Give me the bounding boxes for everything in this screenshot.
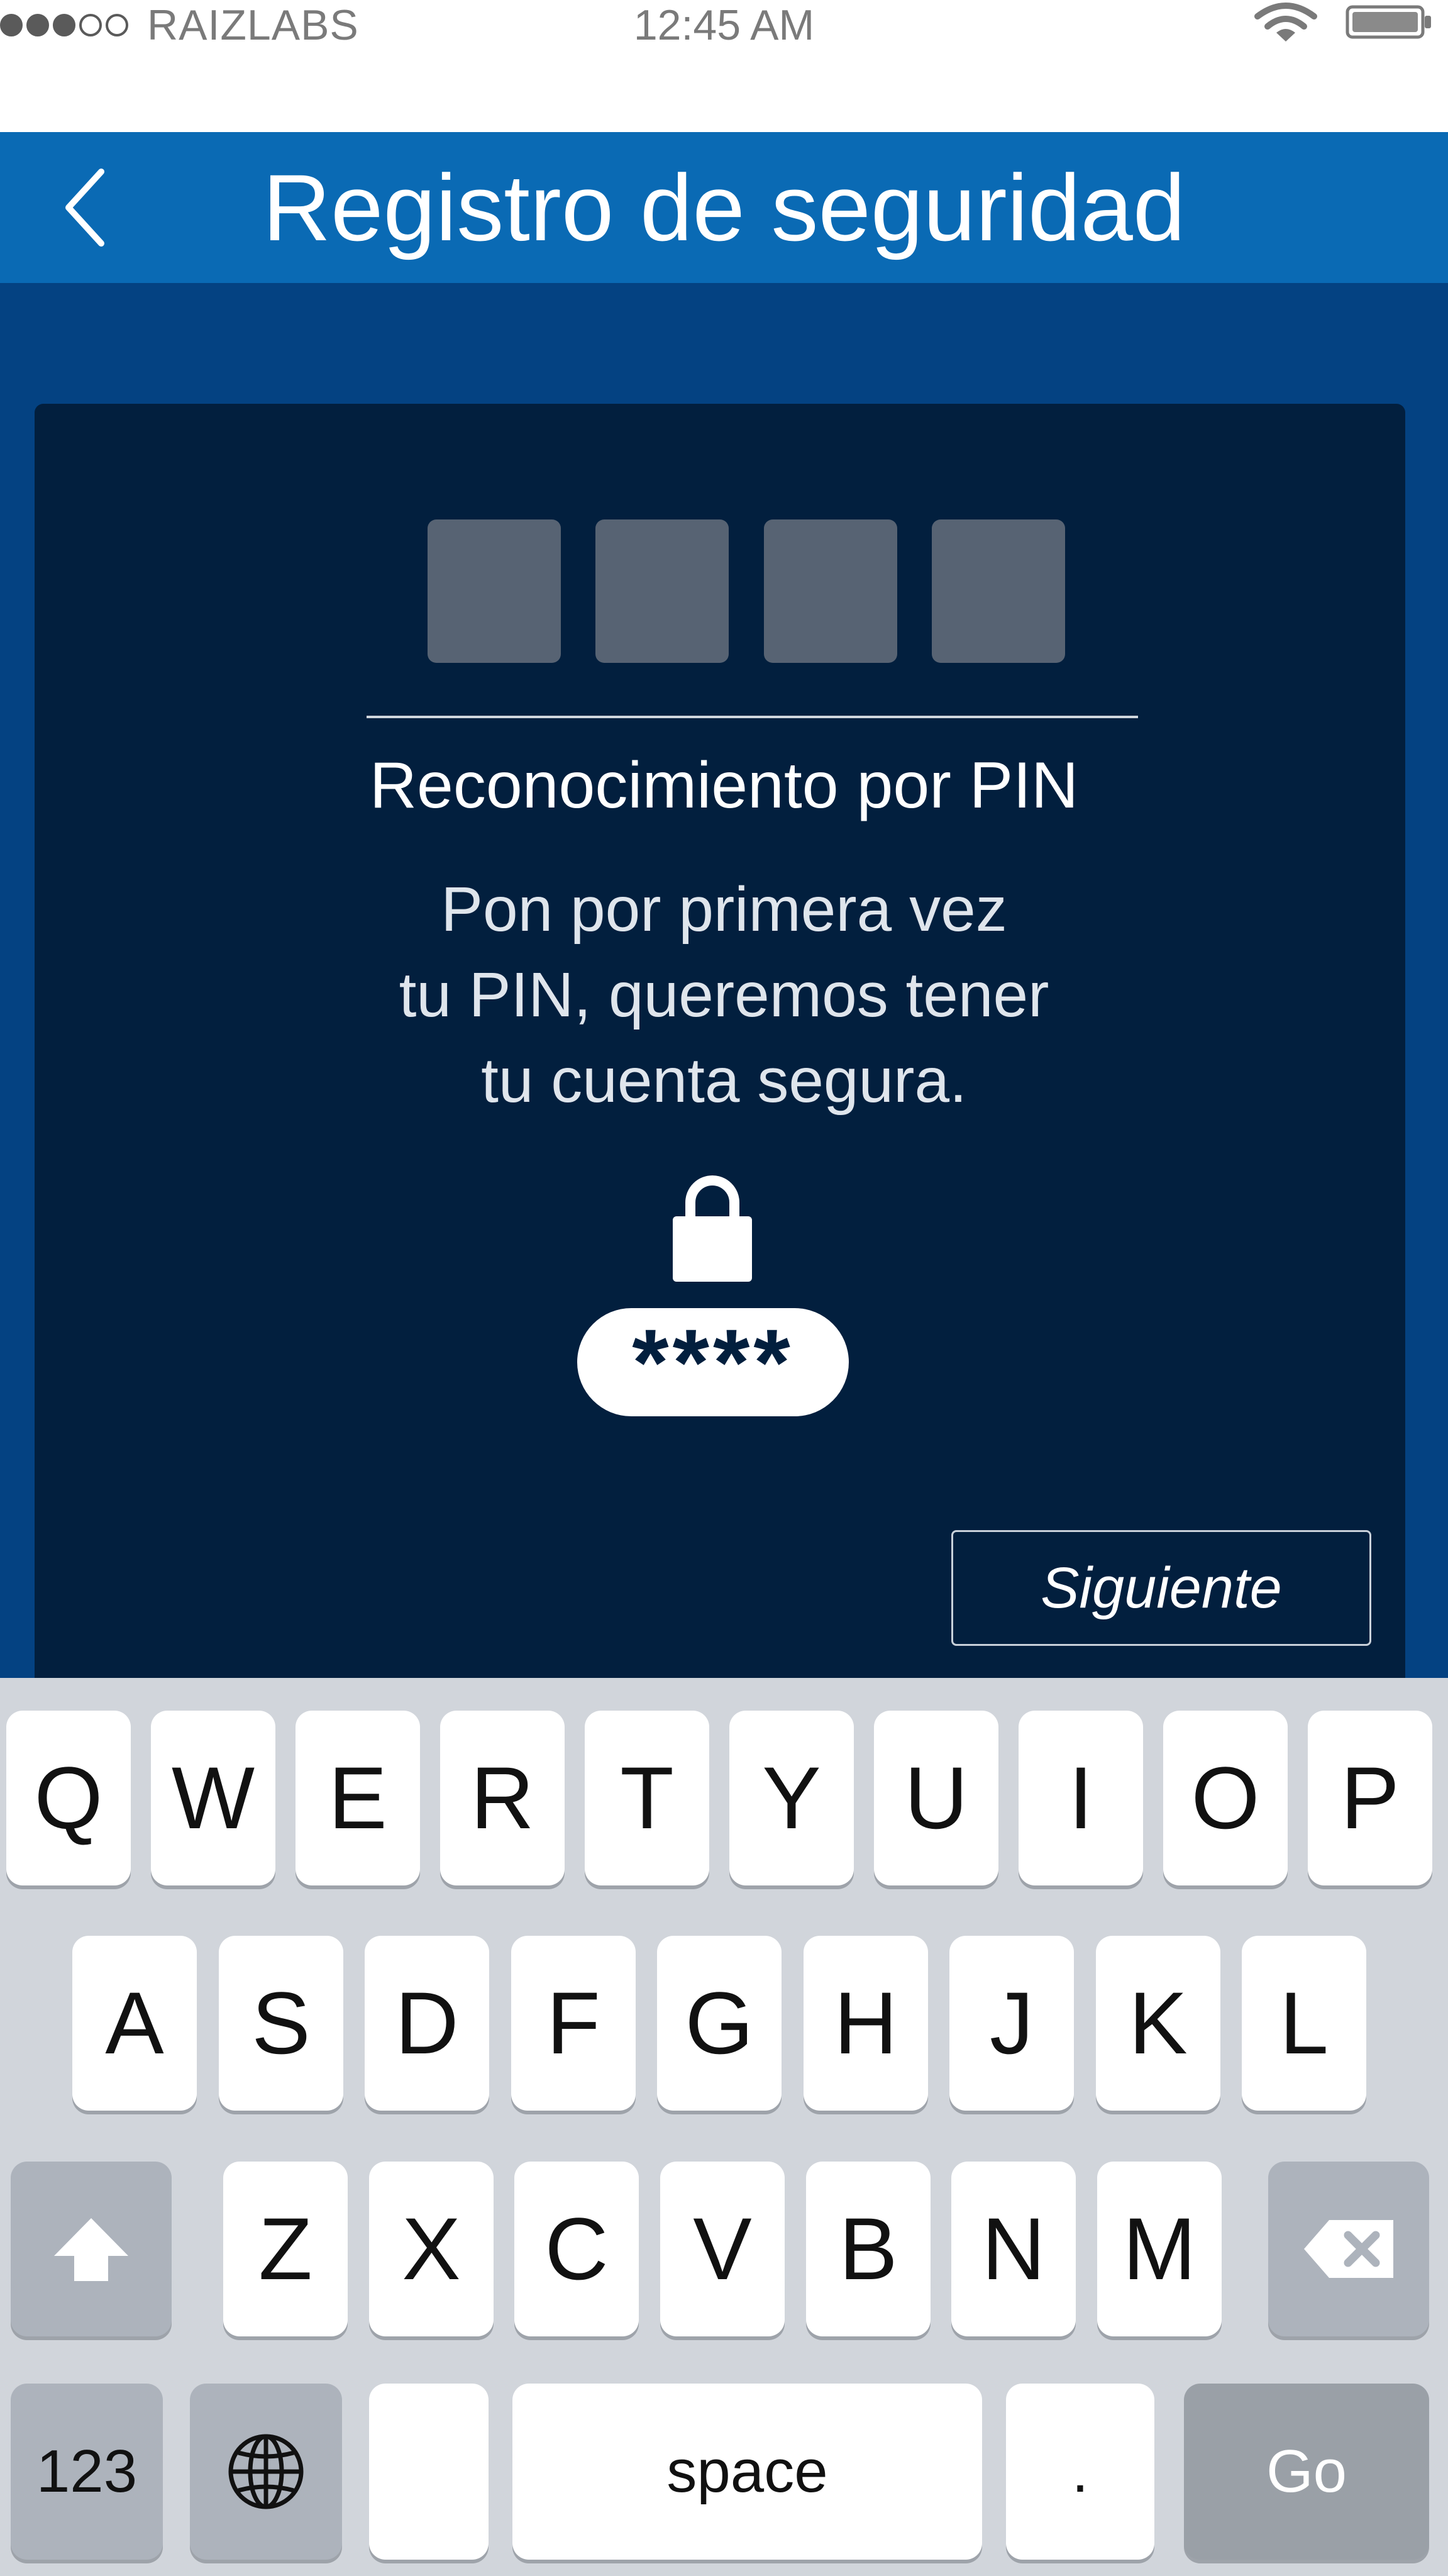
key-h[interactable]: H xyxy=(804,1936,928,2111)
globe-icon xyxy=(228,2434,304,2509)
key-d[interactable]: D xyxy=(365,1936,489,2111)
battery-icon xyxy=(1346,5,1431,39)
pin-digit-box[interactable] xyxy=(595,519,729,663)
key-a[interactable]: A xyxy=(72,1936,197,2111)
key-b[interactable]: B xyxy=(806,2162,931,2336)
key-p[interactable]: P xyxy=(1308,1711,1432,1885)
key-u[interactable]: U xyxy=(874,1711,998,1885)
key-f[interactable]: F xyxy=(511,1936,636,2111)
description-line: Pon por primera vez xyxy=(441,874,1007,945)
globe-key[interactable] xyxy=(190,2384,342,2560)
divider xyxy=(367,716,1138,718)
page-title: Registro de seguridad xyxy=(262,154,1186,260)
key-g[interactable]: G xyxy=(657,1936,782,2111)
key-n[interactable]: N xyxy=(951,2162,1076,2336)
key-e[interactable]: E xyxy=(296,1711,420,1885)
key-o[interactable]: O xyxy=(1163,1711,1288,1885)
card-description: Pon por primera vez tu PIN, queremos ten… xyxy=(0,867,1448,1123)
next-button[interactable]: Siguiente xyxy=(951,1530,1371,1646)
shift-icon xyxy=(54,2218,128,2281)
key-y[interactable]: Y xyxy=(729,1711,854,1885)
key-r[interactable]: R xyxy=(440,1711,565,1885)
pin-digit-box[interactable] xyxy=(932,519,1065,663)
pin-mask-badge: **** xyxy=(577,1308,849,1416)
key-i[interactable]: I xyxy=(1019,1711,1143,1885)
period-key[interactable]: . xyxy=(1006,2384,1154,2560)
key-x[interactable]: X xyxy=(369,2162,494,2336)
key-v[interactable]: V xyxy=(660,2162,785,2336)
numbers-key[interactable]: 123 xyxy=(11,2384,163,2560)
key-q[interactable]: Q xyxy=(6,1711,131,1885)
status-time: 12:45 AM xyxy=(633,1,815,49)
go-key[interactable]: Go xyxy=(1184,2384,1429,2560)
key-s[interactable]: S xyxy=(219,1936,343,2111)
key-c[interactable]: C xyxy=(514,2162,639,2336)
backspace-icon xyxy=(1304,2220,1393,2278)
pin-digit-box[interactable] xyxy=(428,519,561,663)
key-l[interactable]: L xyxy=(1242,1936,1366,2111)
wifi-icon xyxy=(1254,3,1317,42)
description-line: tu cuenta segura. xyxy=(481,1045,967,1116)
key-z[interactable]: Z xyxy=(223,2162,348,2336)
space-key[interactable]: space xyxy=(512,2384,982,2560)
key-t[interactable]: T xyxy=(585,1711,709,1885)
blank-key[interactable] xyxy=(369,2384,489,2560)
description-line: tu PIN, queremos tener xyxy=(399,960,1049,1030)
key-k[interactable]: K xyxy=(1096,1936,1220,2111)
key-m[interactable]: M xyxy=(1097,2162,1222,2336)
key-w[interactable]: W xyxy=(151,1711,275,1885)
pin-digit-box[interactable] xyxy=(764,519,897,663)
backspace-key[interactable] xyxy=(1268,2162,1429,2336)
key-j[interactable]: J xyxy=(949,1936,1074,2111)
card-title: Reconocimiento por PIN xyxy=(369,749,1079,822)
shift-key[interactable] xyxy=(11,2162,172,2336)
lock-icon xyxy=(673,1175,752,1282)
